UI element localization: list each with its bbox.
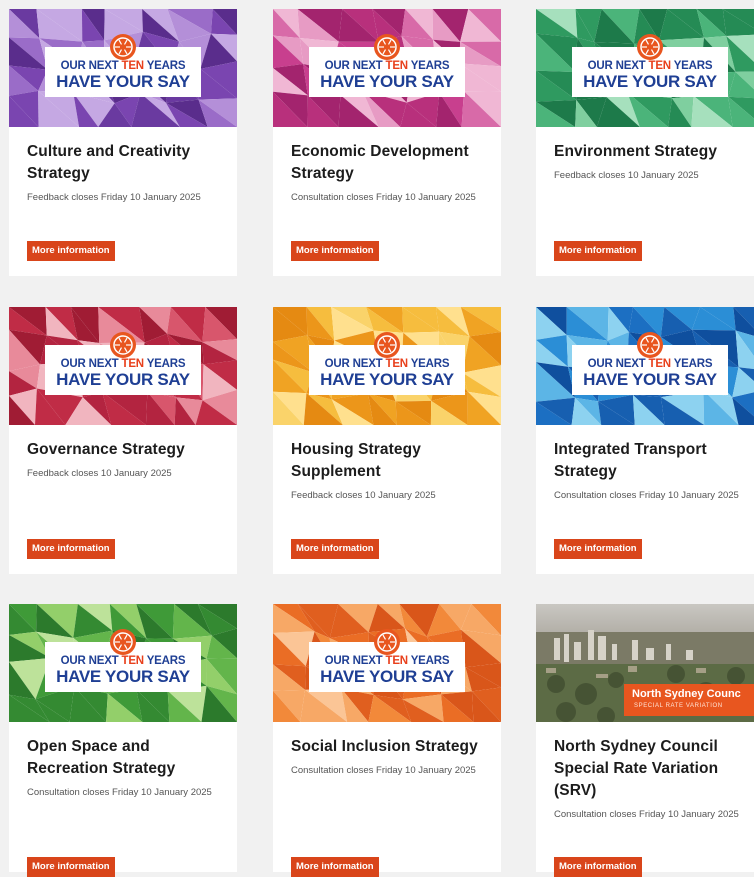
card-subtitle: Feedback closes 10 January 2025 [291,490,436,501]
more-information-button[interactable]: More information [291,857,379,877]
more-information-button[interactable]: More information [27,539,115,559]
council-seal-icon [637,34,663,60]
council-seal-icon [374,34,400,60]
card-banner[interactable]: OUR NEXT TEN YEARS HAVE YOUR SAY [9,604,237,722]
council-seal-icon [110,629,136,655]
have-your-say-logo: OUR NEXT TEN YEARS HAVE YOUR SAY [572,34,728,97]
card-title[interactable]: Integrated Transport Strategy [554,439,746,483]
srv-tag-title: North Sydney Counc [632,688,741,700]
card-title[interactable]: Housing Strategy Supplement [291,439,483,483]
more-information-button[interactable]: More information [291,241,379,261]
card-banner[interactable]: OUR NEXT TEN YEARS HAVE YOUR SAY [536,307,754,425]
card-governance: OUR NEXT TEN YEARS HAVE YOUR SAY Governan… [9,307,237,574]
card-title[interactable]: Economic Development Strategy [291,141,483,185]
banner-line2: HAVE YOUR SAY [583,72,717,91]
card-economic: OUR NEXT TEN YEARS HAVE YOUR SAY Economic… [273,9,501,276]
council-seal-icon [374,332,400,358]
card-banner[interactable]: OUR NEXT TEN YEARS HAVE YOUR SAY [536,9,754,127]
card-subtitle: Consultation closes Friday 10 January 20… [291,765,476,776]
have-your-say-logo: OUR NEXT TEN YEARS HAVE YOUR SAY [45,629,201,692]
more-information-button[interactable]: More information [291,539,379,559]
card-title[interactable]: Environment Strategy [554,141,746,163]
more-information-button[interactable]: More information [554,241,642,261]
council-seal-icon [637,332,663,358]
have-your-say-logo: OUR NEXT TEN YEARS HAVE YOUR SAY [309,629,465,692]
card-srv: North Sydney Counc SPECIAL RATE VARIATIO… [536,604,754,877]
card-subtitle: Feedback closes 10 January 2025 [27,468,172,479]
card-banner[interactable]: OUR NEXT TEN YEARS HAVE YOUR SAY [9,307,237,425]
banner-line2: HAVE YOUR SAY [56,370,190,389]
banner-line2: HAVE YOUR SAY [583,370,717,389]
card-banner[interactable]: OUR NEXT TEN YEARS HAVE YOUR SAY [273,604,501,722]
have-your-say-logo: OUR NEXT TEN YEARS HAVE YOUR SAY [45,332,201,395]
card-housing: OUR NEXT TEN YEARS HAVE YOUR SAY Housing … [273,307,501,574]
card-banner[interactable]: OUR NEXT TEN YEARS HAVE YOUR SAY [9,9,237,127]
card-culture: OUR NEXT TEN YEARS HAVE YOUR SAY Culture … [9,9,237,276]
card-title[interactable]: Open Space and Recreation Strategy [27,736,219,780]
card-environment: OUR NEXT TEN YEARS HAVE YOUR SAY Environm… [536,9,754,276]
card-title[interactable]: North Sydney Council Special Rate Variat… [554,736,746,802]
banner-line2: HAVE YOUR SAY [56,667,190,686]
card-subtitle: Feedback closes Friday 10 January 2025 [27,192,201,203]
card-subtitle: Consultation closes Friday 10 January 20… [291,192,476,203]
card-grid: OUR NEXT TEN YEARS HAVE YOUR SAY Culture … [0,0,754,877]
card-title[interactable]: Culture and Creativity Strategy [27,141,219,185]
banner-line2: HAVE YOUR SAY [320,667,454,686]
card-open-space: OUR NEXT TEN YEARS HAVE YOUR SAY Open Spa… [9,604,237,877]
council-seal-icon [110,332,136,358]
card-title[interactable]: Social Inclusion Strategy [291,736,483,758]
more-information-button[interactable]: More information [27,241,115,261]
have-your-say-logo: OUR NEXT TEN YEARS HAVE YOUR SAY [309,332,465,395]
card-social-inclusion: OUR NEXT TEN YEARS HAVE YOUR SAY Social I… [273,604,501,877]
card-banner[interactable]: OUR NEXT TEN YEARS HAVE YOUR SAY [273,9,501,127]
banner-line2: HAVE YOUR SAY [56,72,190,91]
banner-line2: HAVE YOUR SAY [320,72,454,91]
card-subtitle: Feedback closes 10 January 2025 [554,170,699,181]
card-banner[interactable]: OUR NEXT TEN YEARS HAVE YOUR SAY [273,307,501,425]
card-transport: OUR NEXT TEN YEARS HAVE YOUR SAY Integrat… [536,307,754,574]
banner-line2: HAVE YOUR SAY [320,370,454,389]
srv-tag-subtitle: SPECIAL RATE VARIATION [634,703,723,709]
srv-banner-tag: North Sydney Counc SPECIAL RATE VARIATIO… [624,684,754,716]
more-information-button[interactable]: More information [554,539,642,559]
council-seal-icon [110,34,136,60]
card-subtitle: Consultation closes Friday 10 January 20… [554,809,739,820]
more-information-button[interactable]: More information [27,857,115,877]
have-your-say-logo: OUR NEXT TEN YEARS HAVE YOUR SAY [309,34,465,97]
card-title[interactable]: Governance Strategy [27,439,219,461]
srv-photo-banner[interactable]: North Sydney Counc SPECIAL RATE VARIATIO… [536,604,754,722]
card-subtitle: Consultation closes Friday 10 January 20… [554,490,739,501]
more-information-button[interactable]: More information [554,857,642,877]
have-your-say-logo: OUR NEXT TEN YEARS HAVE YOUR SAY [572,332,728,395]
card-subtitle: Consultation closes Friday 10 January 20… [27,787,212,798]
have-your-say-logo: OUR NEXT TEN YEARS HAVE YOUR SAY [45,34,201,97]
council-seal-icon [374,629,400,655]
